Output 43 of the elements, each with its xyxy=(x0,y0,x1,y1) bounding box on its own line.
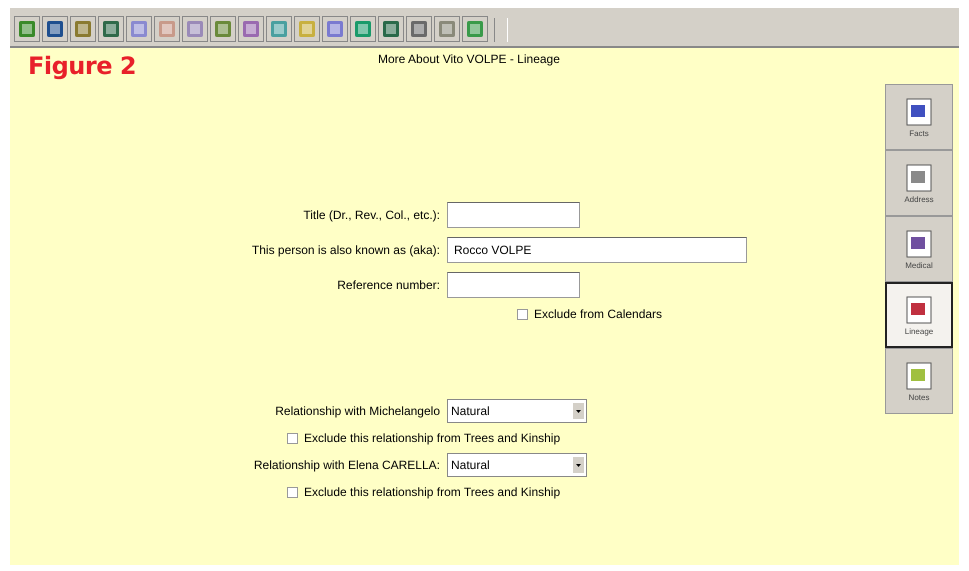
side-tab[interactable]: Lineage xyxy=(885,282,953,348)
toolbar-button[interactable] xyxy=(238,16,264,42)
dropdown[interactable]: Natural xyxy=(447,399,587,423)
text-field[interactable] xyxy=(447,202,580,228)
toolbar-button[interactable] xyxy=(462,16,488,42)
toolbar-button[interactable] xyxy=(294,16,320,42)
toolbar-button[interactable] xyxy=(14,16,40,42)
field-label: Title (Dr., Rev., Col., etc.): xyxy=(302,208,440,222)
checkbox[interactable] xyxy=(287,432,298,444)
toolbar-button[interactable] xyxy=(42,16,68,42)
toolbar-button[interactable] xyxy=(266,16,292,42)
figure-label: Figure 2 xyxy=(27,51,138,80)
toolbar-button[interactable] xyxy=(434,16,460,42)
toolbar-button[interactable] xyxy=(126,16,152,42)
toolbar-button[interactable] xyxy=(350,16,376,42)
field-label: Relationship with Michelangelo xyxy=(274,404,440,418)
checkbox-label: Exclude from Calendars xyxy=(534,307,662,321)
toolbar-button[interactable] xyxy=(210,16,236,42)
toolbar-button[interactable] xyxy=(70,16,96,42)
toolbar-button[interactable] xyxy=(322,16,348,42)
caret-icon xyxy=(573,403,584,419)
checkbox-label: Exclude this relationship from Trees and Kinship xyxy=(304,485,560,499)
dropdown[interactable]: Natural xyxy=(447,453,587,477)
field-label: Relationship with Elena CARELLA: xyxy=(252,458,440,472)
side-tab[interactable]: Facts xyxy=(885,84,953,150)
toolbar-button[interactable] xyxy=(406,16,432,42)
side-tab[interactable]: Notes xyxy=(885,348,953,414)
checkbox-label: Exclude this relationship from Trees and Kinship xyxy=(304,431,560,445)
caret-icon xyxy=(573,457,584,473)
text-field[interactable]: Rocco VOLPE xyxy=(447,237,747,263)
window-title: More About Vito VOLPE - Lineage xyxy=(378,51,560,66)
toolbar-button[interactable] xyxy=(98,16,124,42)
text-field[interactable] xyxy=(447,272,580,298)
field-label: This person is also known as (aka): xyxy=(250,243,440,257)
toolbar-button[interactable] xyxy=(154,16,180,42)
side-tab[interactable]: Medical xyxy=(885,216,953,282)
toolbar-button[interactable] xyxy=(182,16,208,42)
checkbox[interactable] xyxy=(517,308,528,320)
toolbar-button[interactable] xyxy=(378,16,404,42)
side-tab[interactable]: Address xyxy=(885,150,953,216)
checkbox[interactable] xyxy=(287,486,298,498)
toolbar-grip-icon[interactable] xyxy=(494,18,508,42)
field-label: Reference number: xyxy=(336,278,440,292)
